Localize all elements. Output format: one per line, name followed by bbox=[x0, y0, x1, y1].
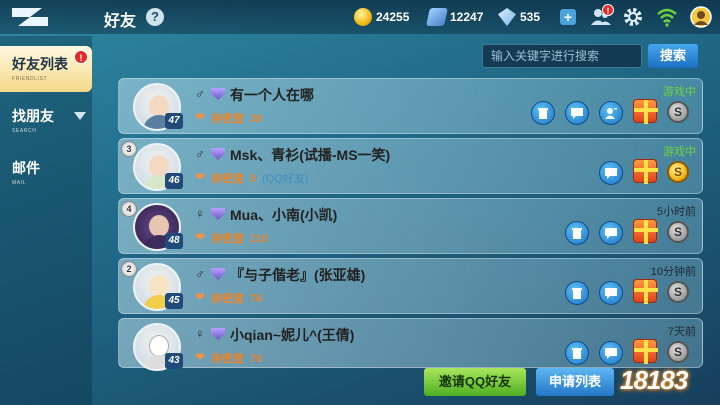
delete-icon[interactable] bbox=[565, 281, 589, 305]
search-input[interactable] bbox=[482, 44, 642, 68]
intimacy: 亲密度 0 (QQ好友) bbox=[211, 173, 309, 185]
tier-icon bbox=[211, 208, 225, 220]
coin-send-icon[interactable]: S bbox=[667, 281, 689, 303]
chat-icon[interactable] bbox=[599, 221, 623, 245]
page-title: 好友 bbox=[104, 13, 137, 30]
site-watermark: 18183 bbox=[620, 365, 688, 395]
game-logo[interactable] bbox=[8, 4, 54, 30]
friend-name: 有一个人在哪 bbox=[230, 87, 314, 103]
level-badge: 43 bbox=[165, 353, 183, 369]
last-seen: 5小时前 bbox=[656, 206, 696, 218]
diamond-balance: 535 bbox=[498, 8, 540, 26]
rank-badge: 4 bbox=[121, 201, 137, 217]
sidebar-item-label: 邮件 bbox=[12, 160, 40, 176]
sidebar-item-sub: FRIENDLIST bbox=[12, 76, 48, 82]
friend-row[interactable]: 2 45 ♂ 『与子偕老』(张亚雄) ❤ 亲密度 76 10分钟前 S bbox=[118, 258, 703, 314]
sidebar-item-sub: SEARCH bbox=[12, 128, 37, 134]
notification-badge: ! bbox=[602, 4, 614, 16]
card-icon bbox=[426, 8, 448, 26]
coin-icon bbox=[354, 8, 372, 26]
level-badge: 46 bbox=[165, 173, 183, 189]
gift-icon[interactable] bbox=[633, 219, 658, 244]
heart-icon: ❤ bbox=[195, 290, 206, 304]
coin-send-icon[interactable]: S bbox=[667, 161, 689, 183]
chat-icon[interactable] bbox=[565, 101, 589, 125]
online-status: 游戏中 bbox=[663, 86, 696, 98]
friend-row[interactable]: 4 48 ♀ Mua、小南(小凯) ❤ 亲密度 110 5小时前 S bbox=[118, 198, 703, 254]
card-balance: 12247 bbox=[426, 8, 484, 26]
rank-badge: 3 bbox=[121, 141, 137, 157]
heart-icon: ❤ bbox=[195, 110, 206, 124]
gift-icon[interactable] bbox=[633, 279, 658, 304]
delete-icon[interactable] bbox=[531, 101, 555, 125]
gender-icon: ♂ bbox=[195, 146, 205, 161]
sidebar-item-label: 好友列表 bbox=[12, 56, 68, 72]
coin-value: 24255 bbox=[376, 10, 410, 24]
gender-icon: ♂ bbox=[195, 266, 205, 281]
alert-badge: ! bbox=[74, 50, 88, 64]
sidebar-item-friend-list[interactable]: 好友列表 FRIENDLIST ! bbox=[0, 46, 92, 92]
user-avatar-icon[interactable] bbox=[690, 6, 712, 28]
card-value: 12247 bbox=[450, 10, 484, 24]
gift-icon[interactable] bbox=[633, 99, 658, 124]
tier-icon bbox=[211, 148, 225, 160]
intimacy: 亲密度 76 bbox=[211, 293, 263, 305]
invite-qq-friends-button[interactable]: 邀请QQ好友 bbox=[424, 368, 526, 396]
heart-icon: ❤ bbox=[195, 230, 206, 244]
coin-send-icon[interactable]: S bbox=[667, 101, 689, 123]
friend-name: Msk、青衫(试播-MS一笑) bbox=[230, 147, 391, 163]
gift-icon[interactable] bbox=[633, 159, 658, 184]
friend-request-icon[interactable]: ! bbox=[590, 4, 614, 28]
friend-row[interactable]: 47 ♂ 有一个人在哪 ❤ 亲密度 38 游戏中 S bbox=[118, 78, 703, 134]
diamond-icon bbox=[498, 8, 516, 26]
heart-icon: ❤ bbox=[195, 350, 206, 364]
gender-icon: ♂ bbox=[195, 86, 205, 101]
level-badge: 45 bbox=[165, 293, 183, 309]
rank-badge: 2 bbox=[121, 261, 137, 277]
last-seen: 10分钟前 bbox=[650, 266, 696, 278]
gear-icon[interactable] bbox=[622, 6, 644, 28]
delete-icon[interactable] bbox=[565, 221, 589, 245]
tier-icon bbox=[211, 328, 225, 340]
chevron-down-icon bbox=[74, 112, 86, 120]
last-seen: 7天前 bbox=[667, 326, 696, 338]
gender-icon: ♀ bbox=[195, 326, 205, 341]
wifi-icon bbox=[656, 6, 678, 28]
friend-row[interactable]: 43 ♀ 小qian~妮儿^(王倩) ❤ 亲密度 76 7天前 S bbox=[118, 318, 703, 371]
intimacy: 亲密度 76 bbox=[211, 353, 263, 365]
sidebar-item-sub: MAIL bbox=[12, 180, 27, 186]
level-badge: 48 bbox=[165, 233, 183, 249]
online-status: 游戏中 bbox=[663, 146, 696, 158]
coin-send-icon[interactable]: S bbox=[667, 221, 689, 243]
sidebar-item-search[interactable]: 找朋友 SEARCH bbox=[0, 98, 92, 144]
invite-play-icon[interactable] bbox=[599, 101, 623, 125]
diamond-value: 535 bbox=[520, 10, 541, 24]
friend-name: 小qian~妮儿^(王倩) bbox=[230, 327, 355, 343]
gender-icon: ♀ bbox=[195, 206, 205, 221]
recharge-button[interactable]: + bbox=[560, 9, 576, 25]
search-button[interactable]: 搜索 bbox=[648, 44, 698, 68]
top-bar: 好友 ? 24255 12247 535 + ! bbox=[0, 0, 720, 34]
coin-balance: 24255 bbox=[354, 8, 409, 26]
tier-icon bbox=[211, 88, 225, 100]
friend-name: 『与子偕老』(张亚雄) bbox=[230, 267, 366, 283]
request-list-button[interactable]: 申请列表 bbox=[536, 368, 614, 396]
tier-icon bbox=[211, 268, 225, 280]
friend-name: Mua、小南(小凯) bbox=[230, 207, 338, 223]
chat-icon[interactable] bbox=[599, 281, 623, 305]
qq-friend-tag: (QQ好友) bbox=[262, 173, 309, 185]
sidebar: 好友列表 FRIENDLIST ! 找朋友 SEARCH 邮件 MAIL bbox=[0, 36, 92, 405]
help-button[interactable]: ? bbox=[146, 8, 164, 26]
level-badge: 47 bbox=[165, 113, 183, 129]
delete-icon[interactable] bbox=[565, 341, 589, 365]
friend-row[interactable]: 3 46 ♂ Msk、青衫(试播-MS一笑) ❤ 亲密度 0 (QQ好友) 游戏中 … bbox=[118, 138, 703, 194]
intimacy: 亲密度 38 bbox=[211, 113, 263, 125]
sidebar-item-mail[interactable]: 邮件 MAIL bbox=[0, 150, 92, 196]
intimacy: 亲密度 110 bbox=[211, 233, 268, 245]
heart-icon: ❤ bbox=[195, 170, 206, 184]
sidebar-item-label: 找朋友 bbox=[12, 108, 54, 124]
chat-icon[interactable] bbox=[599, 161, 623, 185]
